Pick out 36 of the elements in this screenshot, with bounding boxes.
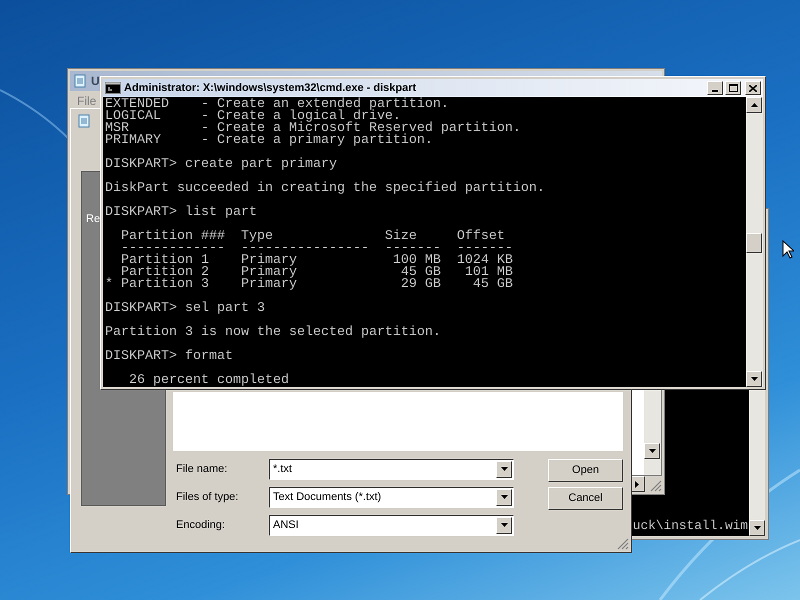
scroll-down-button[interactable]	[749, 520, 765, 536]
notepad-icon	[77, 114, 91, 128]
right-triangle-icon	[635, 480, 639, 488]
field-label: File name:	[176, 462, 228, 477]
down-triangle-icon	[754, 526, 760, 530]
combo-box[interactable]: Text Documents (*.txt)	[269, 486, 514, 508]
window-title: U	[91, 73, 100, 90]
field-label: Files of type:	[176, 490, 240, 505]
resize-grip-icon[interactable]	[650, 480, 662, 492]
maximize-button[interactable]	[725, 81, 741, 95]
scroll-down-button[interactable]	[746, 371, 762, 387]
close-button[interactable]	[745, 81, 761, 95]
scroll-thumb[interactable]	[746, 233, 762, 253]
mouse-pointer-icon	[782, 240, 794, 259]
places-item[interactable]: Re	[86, 213, 100, 225]
combo-box[interactable]: ANSI	[269, 514, 514, 536]
window-title: Administrator: X:\windows\system32\cmd.exe - diskpart	[124, 80, 416, 96]
console-text: uck\install.wim	[632, 520, 748, 532]
minimize-button[interactable]	[707, 81, 723, 95]
scrollbar[interactable]	[746, 97, 763, 387]
close-icon	[749, 84, 757, 92]
scroll-down-button[interactable]	[644, 443, 660, 459]
dialog-button[interactable]: Cancel	[548, 487, 623, 510]
down-triangle-icon	[750, 377, 758, 381]
up-triangle-icon	[750, 103, 758, 107]
notepad-icon	[73, 74, 87, 88]
resize-grip-icon[interactable]	[617, 538, 629, 550]
down-triangle-icon	[648, 449, 656, 453]
console-text: EXTENDED - Create an extended partition. LOGICAL - Create a logical drive. MSR - Create a Microsoft Reserved partition. PRIMARY - Create a primary partition. DISKPART> create part primary DiskPart succeeded in creating the specified partition. DISKPART> list part Partition ### Type Size Offset ------------- ---------------- ------- ------- Partition 1 Primary 100 MB 1024 KB Partition 2 Primary 45 GB 101 MB * Partition 3 Primary 29 GB 45 GB DISKPART> sel part 3 Partition 3 is now the selected partition. DISKPART> format 26 percent completed	[105, 99, 545, 387]
combo-box[interactable]: *.txt	[269, 458, 514, 480]
caret-icon	[500, 467, 508, 471]
field-label: Encoding:	[176, 518, 226, 533]
dialog-button[interactable]: Open	[548, 459, 623, 482]
scroll-up-button[interactable]	[746, 97, 762, 113]
caret-icon	[500, 523, 508, 527]
console-icon	[105, 82, 121, 94]
